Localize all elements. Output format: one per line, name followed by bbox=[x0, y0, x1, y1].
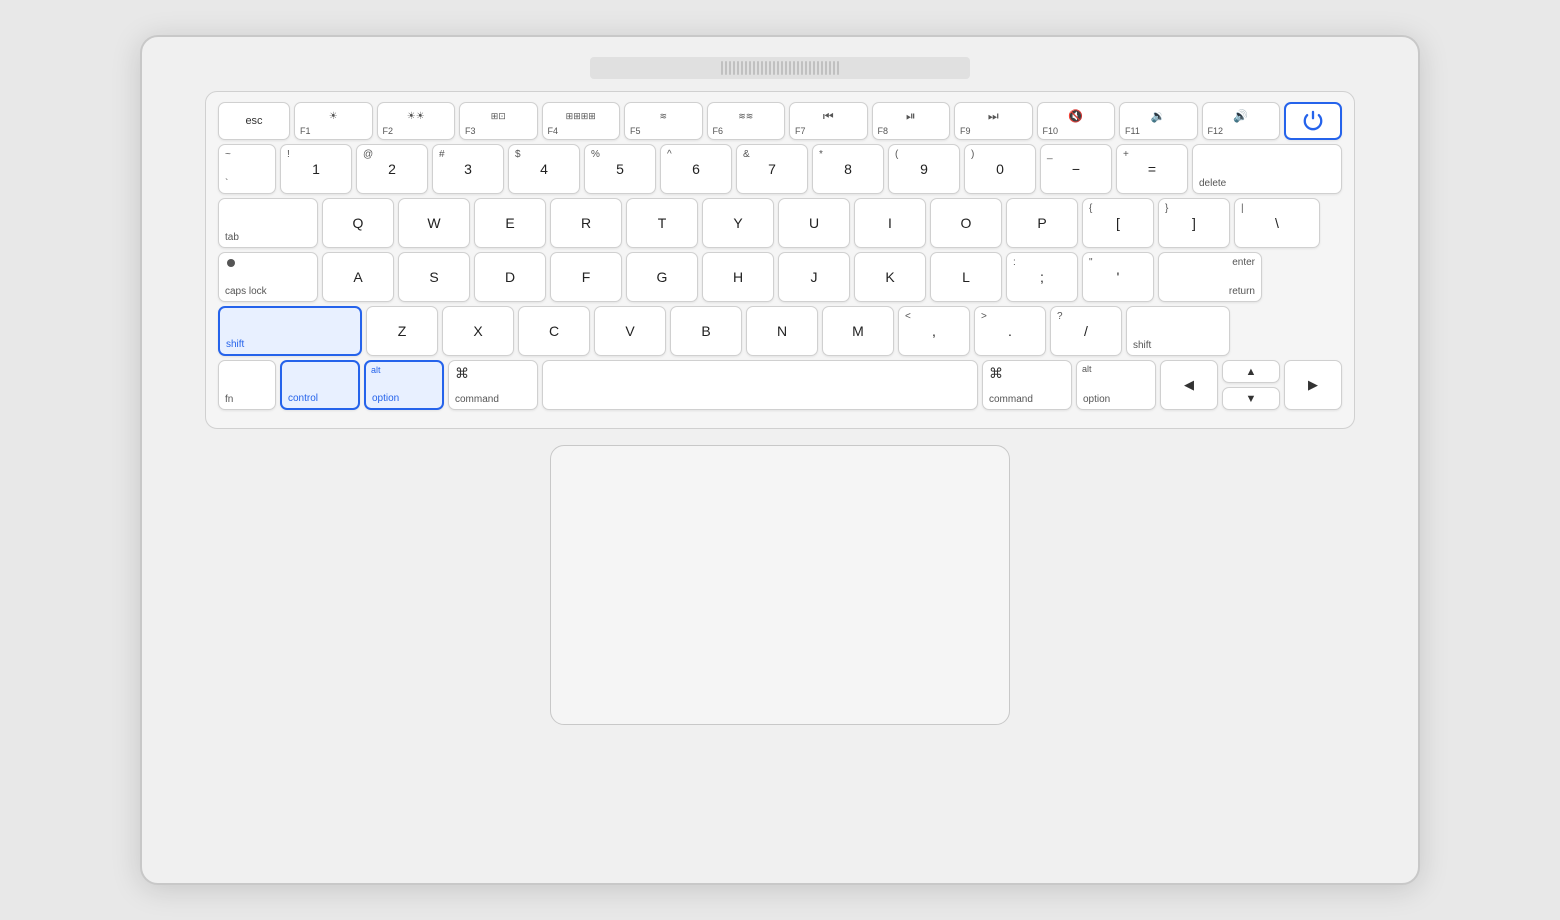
key-k[interactable]: K bbox=[854, 252, 926, 302]
asdf-row: caps lock A S D F G H J K L : ; " ' ente… bbox=[218, 252, 1342, 302]
key-b[interactable]: B bbox=[670, 306, 742, 356]
option-left-key[interactable]: alt option bbox=[364, 360, 444, 410]
key-1[interactable]: ! 1 bbox=[280, 144, 352, 194]
backtick-key[interactable]: ~ ` bbox=[218, 144, 276, 194]
key-d[interactable]: D bbox=[474, 252, 546, 302]
delete-key[interactable]: delete bbox=[1192, 144, 1342, 194]
key-8[interactable]: * 8 bbox=[812, 144, 884, 194]
f2-key[interactable]: ☀☀ F2 bbox=[377, 102, 456, 140]
key-bracket-l[interactable]: { [ bbox=[1082, 198, 1154, 248]
f11-key[interactable]: 🔉 F11 bbox=[1119, 102, 1198, 140]
control-key[interactable]: control bbox=[280, 360, 360, 410]
power-key[interactable] bbox=[1284, 102, 1342, 140]
key-m[interactable]: M bbox=[822, 306, 894, 356]
f1-key[interactable]: ☀ F1 bbox=[294, 102, 373, 140]
f3-key[interactable]: ⊞⊡ F3 bbox=[459, 102, 538, 140]
key-u[interactable]: U bbox=[778, 198, 850, 248]
arrow-up-key[interactable]: ▲ bbox=[1222, 360, 1280, 383]
f10-key[interactable]: 🔇 F10 bbox=[1037, 102, 1116, 140]
f8-key[interactable]: ⏯ F8 bbox=[872, 102, 951, 140]
key-9[interactable]: ( 9 bbox=[888, 144, 960, 194]
key-o[interactable]: O bbox=[930, 198, 1002, 248]
key-period[interactable]: > . bbox=[974, 306, 1046, 356]
space-key[interactable] bbox=[542, 360, 978, 410]
shift-left-key[interactable]: shift bbox=[218, 306, 362, 356]
key-a[interactable]: A bbox=[322, 252, 394, 302]
key-v[interactable]: V bbox=[594, 306, 666, 356]
key-z[interactable]: Z bbox=[366, 306, 438, 356]
key-comma[interactable]: < , bbox=[898, 306, 970, 356]
key-backslash[interactable]: | \ bbox=[1234, 198, 1320, 248]
key-w[interactable]: W bbox=[398, 198, 470, 248]
key-x[interactable]: X bbox=[442, 306, 514, 356]
key-l[interactable]: L bbox=[930, 252, 1002, 302]
f7-key[interactable]: ⏮ F7 bbox=[789, 102, 868, 140]
key-n[interactable]: N bbox=[746, 306, 818, 356]
f12-key[interactable]: 🔊 F12 bbox=[1202, 102, 1281, 140]
key-j[interactable]: J bbox=[778, 252, 850, 302]
key-f[interactable]: F bbox=[550, 252, 622, 302]
key-r[interactable]: R bbox=[550, 198, 622, 248]
key-y[interactable]: Y bbox=[702, 198, 774, 248]
speaker-grille-top bbox=[590, 57, 970, 79]
key-2[interactable]: @ 2 bbox=[356, 144, 428, 194]
key-h[interactable]: H bbox=[702, 252, 774, 302]
key-5[interactable]: % 5 bbox=[584, 144, 656, 194]
qwerty-row: tab Q W E R T Y U I O P { [ } ] | \ bbox=[218, 198, 1342, 248]
option-right-key[interactable]: alt option bbox=[1076, 360, 1156, 410]
command-left-key[interactable]: ⌘ command bbox=[448, 360, 538, 410]
arrow-up-down-cluster: ▲ ▼ bbox=[1222, 360, 1280, 410]
key-q[interactable]: Q bbox=[322, 198, 394, 248]
enter-key[interactable]: enter return bbox=[1158, 252, 1262, 302]
f6-key[interactable]: ≋≋ F6 bbox=[707, 102, 786, 140]
arrow-right-key[interactable]: ▶ bbox=[1284, 360, 1342, 410]
number-row: ~ ` ! 1 @ 2 # 3 $ 4 % 5 bbox=[218, 144, 1342, 194]
key-quote[interactable]: " ' bbox=[1082, 252, 1154, 302]
key-3[interactable]: # 3 bbox=[432, 144, 504, 194]
f5-key[interactable]: ≋ F5 bbox=[624, 102, 703, 140]
arrow-left-key[interactable]: ◀ bbox=[1160, 360, 1218, 410]
key-s[interactable]: S bbox=[398, 252, 470, 302]
arrow-down-key[interactable]: ▼ bbox=[1222, 387, 1280, 410]
capslock-key[interactable]: caps lock bbox=[218, 252, 318, 302]
f4-key[interactable]: ⊞⊞⊞⊞ F4 bbox=[542, 102, 621, 140]
trackpad[interactable] bbox=[550, 445, 1010, 725]
bottom-row: fn control alt option ⌘ command ⌘ comman… bbox=[218, 360, 1342, 410]
shift-right-key[interactable]: shift bbox=[1126, 306, 1230, 356]
key-slash[interactable]: ? / bbox=[1050, 306, 1122, 356]
key-0[interactable]: ) 0 bbox=[964, 144, 1036, 194]
key-i[interactable]: I bbox=[854, 198, 926, 248]
key-p[interactable]: P bbox=[1006, 198, 1078, 248]
key-g[interactable]: G bbox=[626, 252, 698, 302]
key-equals[interactable]: + = bbox=[1116, 144, 1188, 194]
command-right-key[interactable]: ⌘ command bbox=[982, 360, 1072, 410]
keyboard-area: esc ☀ F1 ☀☀ F2 ⊞⊡ F3 ⊞⊞⊞⊞ F4 ≋ F5 bbox=[205, 91, 1355, 429]
laptop-body: esc ☀ F1 ☀☀ F2 ⊞⊡ F3 ⊞⊞⊞⊞ F4 ≋ F5 bbox=[140, 35, 1420, 885]
key-bracket-r[interactable]: } ] bbox=[1158, 198, 1230, 248]
key-e[interactable]: E bbox=[474, 198, 546, 248]
esc-key[interactable]: esc bbox=[218, 102, 290, 140]
f9-key[interactable]: ⏭ F9 bbox=[954, 102, 1033, 140]
zxcv-row: shift Z X C V B N M < , > . ? / shift bbox=[218, 306, 1342, 356]
key-minus[interactable]: _ − bbox=[1040, 144, 1112, 194]
key-6[interactable]: ^ 6 bbox=[660, 144, 732, 194]
key-4[interactable]: $ 4 bbox=[508, 144, 580, 194]
fn-row: esc ☀ F1 ☀☀ F2 ⊞⊡ F3 ⊞⊞⊞⊞ F4 ≋ F5 bbox=[218, 102, 1342, 140]
key-c[interactable]: C bbox=[518, 306, 590, 356]
key-7[interactable]: & 7 bbox=[736, 144, 808, 194]
fn-key[interactable]: fn bbox=[218, 360, 276, 410]
key-semicolon[interactable]: : ; bbox=[1006, 252, 1078, 302]
tab-key[interactable]: tab bbox=[218, 198, 318, 248]
key-t[interactable]: T bbox=[626, 198, 698, 248]
